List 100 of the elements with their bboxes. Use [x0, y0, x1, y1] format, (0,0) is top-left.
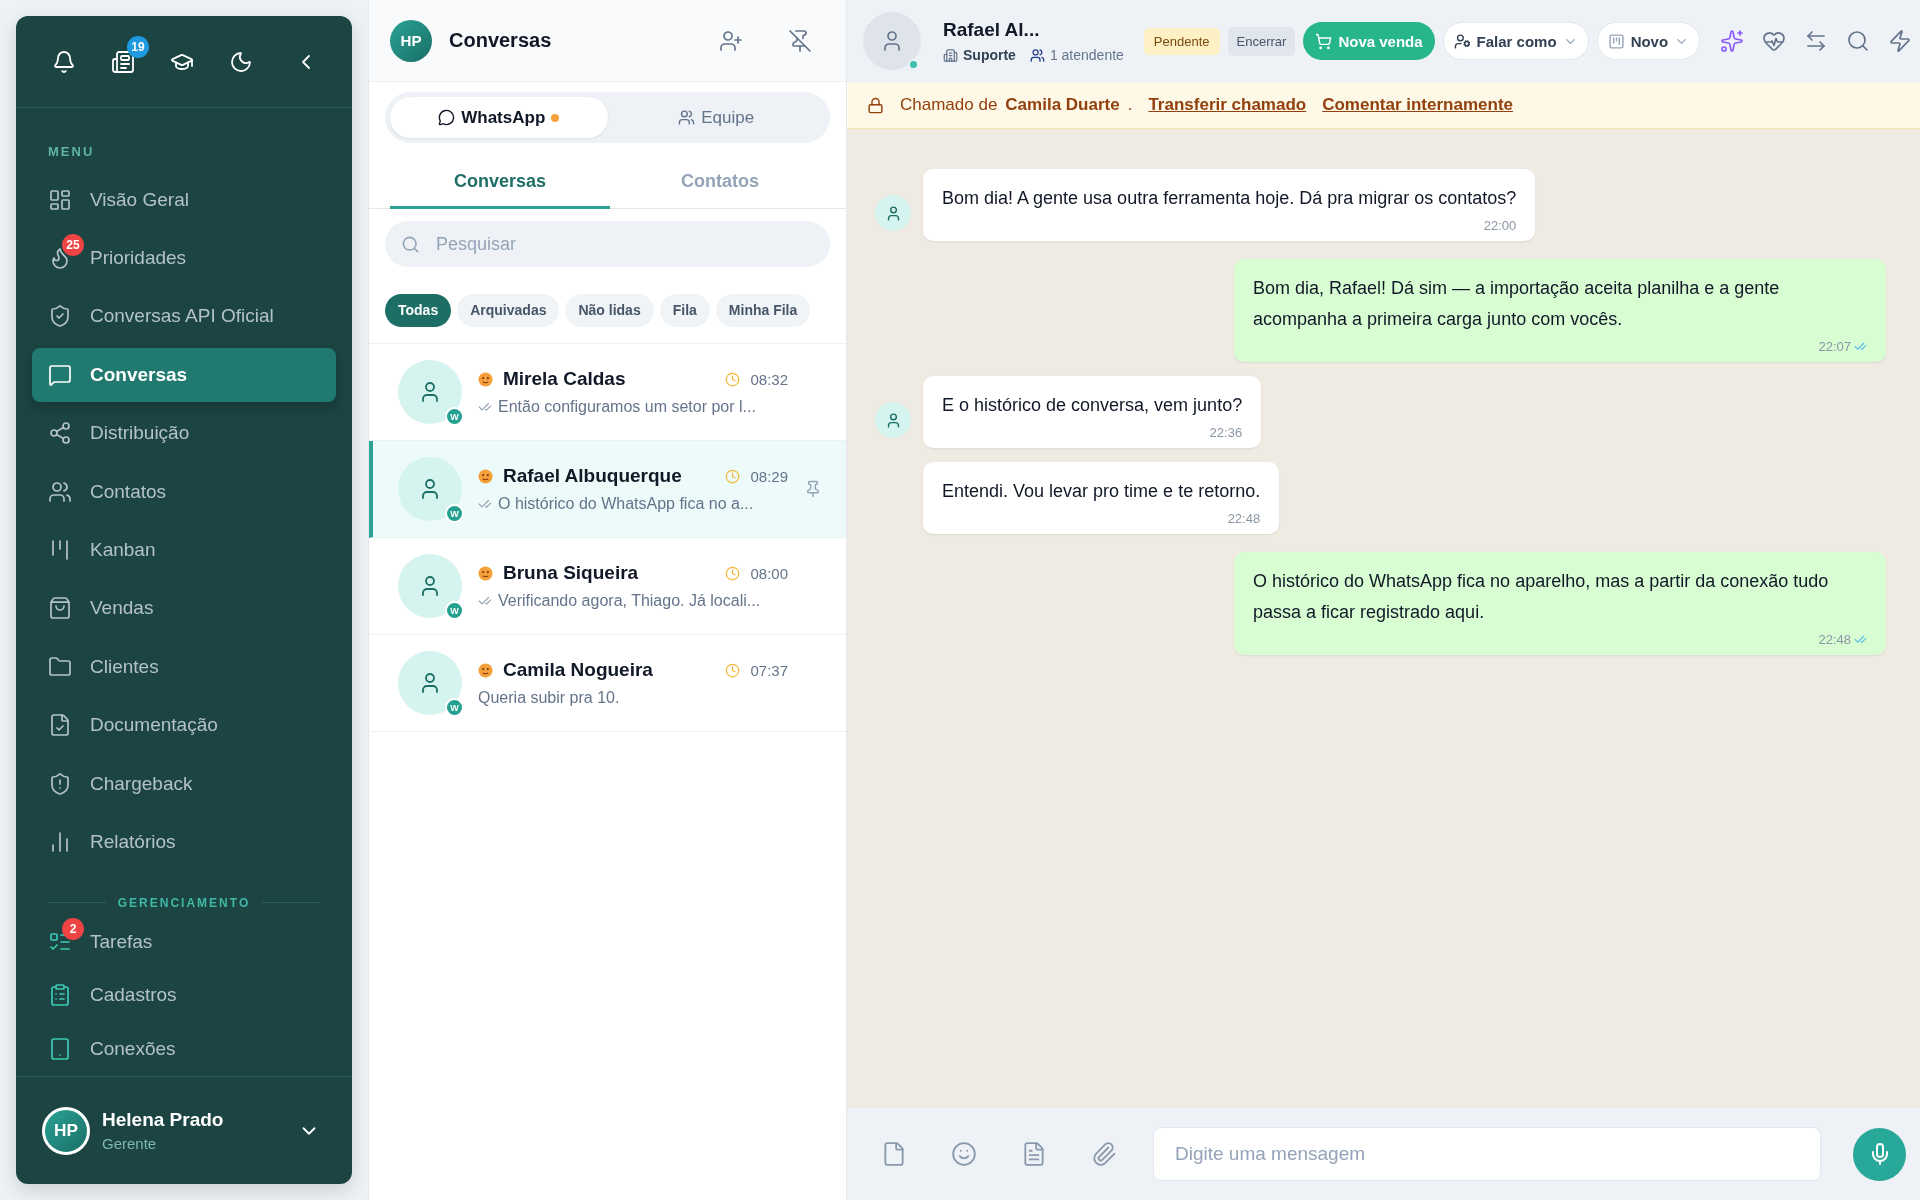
- nav-item[interactable]: 2 Tarefas: [32, 915, 336, 969]
- count-badge: 2: [62, 917, 84, 940]
- channel-badge: W: [445, 698, 464, 717]
- tab[interactable]: Conversas: [390, 157, 610, 209]
- message-time: 22:48: [1818, 632, 1851, 647]
- message-text: O histórico do WhatsApp fica no aparelho, mas a partir da conexão tudo passa a ficar registrado aqui.: [1253, 570, 1830, 624]
- nav-item[interactable]: Contatos: [32, 464, 336, 519]
- message-input[interactable]: Digite uma mensagem: [1153, 1127, 1821, 1181]
- nav-item[interactable]: Distribuição: [32, 406, 336, 460]
- user-gear-icon: [1453, 32, 1471, 50]
- filter-chip[interactable]: Todas: [385, 293, 452, 327]
- message-time: 08:32: [750, 370, 788, 388]
- channel-tab[interactable]: Equipe: [607, 97, 825, 138]
- nav-item[interactable]: Vendas: [32, 581, 336, 636]
- nav-item[interactable]: Documentação: [32, 698, 336, 752]
- nav-item[interactable]: Chargeback: [32, 756, 336, 811]
- nav-item[interactable]: Clientes: [32, 640, 336, 694]
- bell-icon[interactable]: [52, 49, 76, 74]
- agents-label: 1 atendente: [1049, 47, 1124, 63]
- nav-item[interactable]: 25 Prioridades: [32, 231, 336, 285]
- tablet-icon: [48, 1036, 72, 1061]
- filter-chip[interactable]: Fila: [659, 293, 710, 327]
- message-time: 22:07: [1818, 339, 1851, 354]
- dropdown-button[interactable]: Falar como: [1442, 22, 1589, 60]
- message-time: 22:00: [1483, 218, 1517, 233]
- message-time: 07:37: [750, 661, 788, 679]
- message-text: Bom dia! A gente usa outra ferramenta hoje. Dá pra migrar os contatos?: [942, 187, 1517, 210]
- user-role: Gerente: [102, 1135, 158, 1152]
- face-icon: [478, 662, 493, 678]
- filter-chip[interactable]: Minha Fila: [715, 293, 811, 327]
- message-time: 08:00: [750, 564, 788, 582]
- count-badge: 25: [62, 234, 84, 257]
- nav-item[interactable]: Conversas API Oficial: [32, 289, 336, 344]
- lock-icon: [867, 96, 884, 114]
- file-check-icon: [48, 713, 72, 738]
- shield-check-icon: [48, 304, 72, 329]
- board-icon: [1607, 32, 1625, 50]
- nav-item[interactable]: Cadastros: [32, 969, 336, 1022]
- filter-chip[interactable]: Não lidas: [565, 293, 654, 327]
- chat-icon: [48, 362, 72, 387]
- contact-name: Bruna Siqueira: [503, 562, 640, 584]
- message-preview: Então configuramos um setor por l...: [498, 398, 756, 416]
- microphone-button[interactable]: [1853, 1127, 1906, 1181]
- contact-name: Rafael Albuquerque: [503, 465, 683, 487]
- message-preview: O histórico do WhatsApp fica no a...: [498, 495, 754, 513]
- clock-icon: [725, 371, 741, 387]
- channel-badge: W: [445, 601, 464, 620]
- face-icon: [478, 565, 493, 581]
- user-name: Helena Prado: [102, 1109, 225, 1131]
- conversation-item[interactable]: W Rafael Albuquerque 08:29 O histórico do WhatsApp fica no a...: [369, 441, 846, 538]
- message-preview: Queria subir pra 10.: [478, 689, 620, 707]
- face-icon: [478, 371, 493, 387]
- share-icon: [48, 421, 72, 446]
- dropdown-button[interactable]: Novo: [1596, 22, 1701, 60]
- panel-title: Conversas: [449, 29, 553, 52]
- clipboard-icon: [48, 983, 72, 1008]
- dashboard-icon: [48, 187, 72, 212]
- search-field[interactable]: Pesquisar: [434, 232, 814, 256]
- clock-icon: [725, 565, 741, 581]
- contact-name: Camila Nogueira: [503, 659, 654, 681]
- channel-badge: W: [445, 504, 464, 523]
- message-time: 22:36: [1209, 425, 1243, 440]
- channel-badge: W: [445, 407, 464, 426]
- count-badge: 19: [127, 35, 149, 58]
- message-time: 22:48: [1227, 511, 1261, 526]
- nav-item[interactable]: Conexões: [32, 1022, 336, 1075]
- newspaper-icon[interactable]: [111, 49, 135, 74]
- filter-chip[interactable]: Arquivadas: [457, 293, 560, 327]
- banner-link[interactable]: Comentar internamente: [1322, 95, 1513, 115]
- users-icon: [678, 109, 696, 126]
- pin-icon[interactable]: [804, 480, 822, 498]
- double-check-icon: [1854, 633, 1867, 646]
- users-icon: [1029, 47, 1045, 63]
- message-text: E o histórico de conversa, vem junto?: [942, 394, 1243, 417]
- contact-name: Rafael Al...: [943, 19, 1041, 41]
- building-icon: [943, 47, 958, 63]
- face-icon: [478, 468, 493, 484]
- moon-icon[interactable]: [229, 49, 253, 74]
- user-avatar[interactable]: HP: [42, 1106, 90, 1155]
- chat-icon: [438, 109, 456, 126]
- cart-icon: [1315, 32, 1333, 50]
- close-button[interactable]: Encerrar: [1227, 26, 1296, 56]
- contact-name: Mirela Caldas: [503, 368, 627, 390]
- message-time: 08:29: [750, 467, 788, 485]
- nav-item[interactable]: Kanban: [32, 523, 336, 577]
- banner-link[interactable]: Transferir chamado: [1148, 95, 1307, 115]
- shield-alert-icon: [48, 771, 72, 796]
- nav-item[interactable]: Visão Geral: [32, 173, 336, 227]
- user-avatar: HP: [390, 19, 432, 62]
- message-text: Bom dia, Rafael! Dá sim — a importação aceita planilha e a gente acompanha a primeira carga junto com vocês.: [1253, 277, 1781, 331]
- online-dot: [908, 59, 919, 70]
- folder-icon: [48, 654, 72, 679]
- nav-item[interactable]: Conversas: [32, 348, 336, 402]
- section-label: GERENCIAMENTO: [117, 895, 251, 910]
- banner-text: Chamado de Camila Duarte .: [900, 95, 1133, 115]
- channel-tab[interactable]: WhatsApp: [390, 97, 608, 138]
- search-box[interactable]: Pesquisar: [385, 221, 830, 267]
- users-icon: [48, 479, 72, 504]
- nav-item[interactable]: Relatórios: [32, 815, 336, 869]
- message-preview: Verificando agora, Thiago. Já locali...: [498, 592, 761, 610]
